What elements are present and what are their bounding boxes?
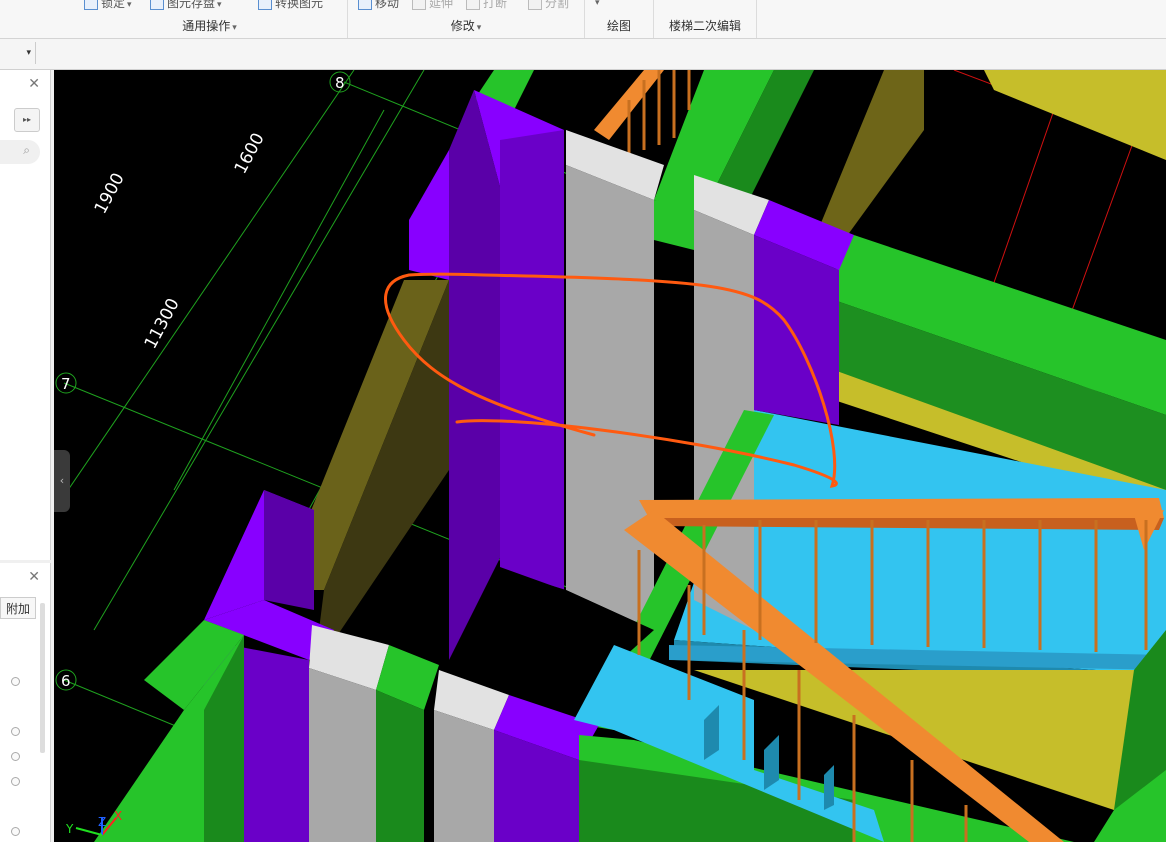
svg-text:X: X [114,809,122,823]
svg-text:Z: Z [98,815,106,829]
dimension-label: 11300 [141,295,184,352]
wall [500,130,564,590]
search-icon: ⌕ [23,143,30,157]
ribbon-group-common: 锁定 ▾ 图元存盘 ▾ 转换图元 通用操作 ▾ [72,0,348,38]
break-button[interactable]: 打断 [466,0,507,11]
svg-text:7: 7 [61,375,71,393]
expand-button[interactable]: ▸▸ [14,108,40,132]
radio-option[interactable] [11,727,20,736]
slab-top [984,70,1166,160]
axis-marker-8: 8 [329,71,351,93]
ribbon-group-title[interactable]: 修改 ▾ [348,17,584,34]
3d-viewport[interactable]: 8 7 6 1900 1600 11300 Y Z X [54,70,1166,842]
tab-attach[interactable]: 附加 [0,597,36,619]
radio-option[interactable] [11,752,20,761]
left-panel-bottom: ✕ 附加 [0,563,51,842]
radio-option[interactable] [11,827,20,836]
radio-option[interactable] [11,677,20,686]
axis-marker-6: 6 [55,669,77,691]
close-icon[interactable]: ✕ [28,569,40,585]
double-arrow-icon: ▸▸ [22,115,32,124]
ribbon-group-draw: ▾ 绘图 [585,0,654,38]
lock-button[interactable]: 锁定 ▾ [84,0,132,11]
secondary-toolbar: ▾ [0,39,1166,70]
convert-icon [258,0,272,10]
extend-icon [412,0,426,10]
split-button[interactable]: 分割 [528,0,569,11]
ribbon-group-title[interactable]: 通用操作 ▾ [72,17,347,34]
svg-text:8: 8 [335,74,345,92]
column [566,165,654,630]
dimension-label: 1900 [91,170,129,218]
back-wall [814,70,924,240]
split-icon [528,0,542,10]
axis-marker-7: 7 [55,372,77,394]
3d-scene: 8 7 6 1900 1600 11300 Y Z X [54,70,1166,842]
convert-element-button[interactable]: 转换图元 [258,0,323,11]
svg-text:6: 6 [61,672,71,690]
save-element-button[interactable]: 图元存盘 ▾ [150,0,222,11]
ribbon-group-modify: 移动 延伸 打断 分割 修改 ▾ [348,0,585,38]
ribbon-group-title[interactable]: 绘图 [585,17,653,34]
column [434,710,494,842]
lock-icon [84,0,98,10]
collapse-panel-button[interactable]: ‹ [54,450,70,512]
wall-cap [409,150,449,280]
column [309,668,376,842]
chevron-down-icon: ▾ [26,48,31,58]
ribbon-group-stair-edit: 楼梯二次编辑 [654,0,757,38]
draw-tool-button[interactable]: ▾ [593,0,600,8]
beam-side [376,690,424,842]
close-icon[interactable]: ✕ [28,76,40,92]
svg-text:Y: Y [65,822,74,836]
wall [264,490,314,610]
handrail [639,498,1164,518]
dimension-label: 1600 [231,130,269,178]
radio-option[interactable] [11,777,20,786]
scrollbar[interactable] [40,603,45,753]
search-input[interactable]: ⌕ [0,140,40,164]
ribbon: 锁定 ▾ 图元存盘 ▾ 转换图元 通用操作 ▾ 移动 延伸 打断 分割 修改 ▾ ▾ 绘… [0,0,1166,39]
move-icon [358,0,372,10]
ribbon-group-title[interactable]: 楼梯二次编辑 [654,17,756,34]
save-element-icon [150,0,164,10]
move-button[interactable]: 移动 [358,0,399,11]
extend-button[interactable]: 延伸 [412,0,453,11]
beam [654,200,694,250]
break-icon [466,0,480,10]
left-panel-top: ✕ ▸▸ ⌕ [0,70,51,560]
floor-dropdown[interactable]: ▾ [0,42,36,64]
chevron-left-icon: ‹ [59,474,65,487]
